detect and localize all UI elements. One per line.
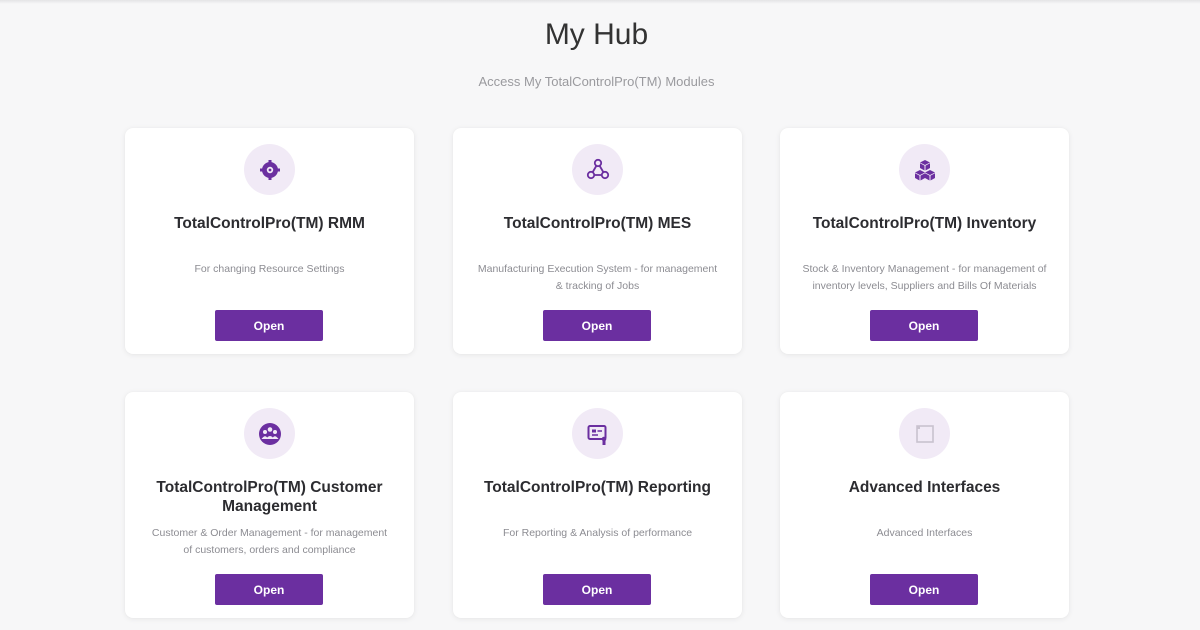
module-description: Advanced Interfaces bbox=[876, 527, 973, 539]
module-description: For changing Resource Settings bbox=[194, 263, 345, 275]
page-title: My Hub bbox=[544, 18, 649, 51]
module-title: TotalControlPro(TM) Inventory bbox=[812, 215, 1037, 232]
module-card-inventory: TotalControlPro(TM) Inventory Stock & In… bbox=[780, 128, 1069, 354]
report-icon bbox=[572, 408, 623, 459]
module-title: TotalControlPro(TM) RMM bbox=[174, 215, 365, 232]
module-card-rmm: TotalControlPro(TM) RMM For changing Res… bbox=[125, 128, 414, 354]
square-icon bbox=[899, 408, 950, 459]
module-card-customer-management: TotalControlPro(TM) Customer Management … bbox=[125, 392, 414, 618]
module-title: TotalControlPro(TM) Reporting bbox=[483, 479, 711, 496]
module-card-advanced-interfaces: Advanced Interfaces Advanced Interfaces … bbox=[780, 392, 1069, 618]
module-card-mes: TotalControlPro(TM) MES Manufacturing Ex… bbox=[453, 128, 742, 354]
page-subtitle: Access My TotalControlPro(TM) Modules bbox=[478, 74, 715, 89]
module-description: Stock & Inventory Management - for manag… bbox=[802, 263, 1047, 292]
module-card-reporting: TotalControlPro(TM) Reporting For Report… bbox=[453, 392, 742, 618]
module-description: For Reporting & Analysis of performance bbox=[502, 527, 693, 539]
network-nodes-icon bbox=[572, 144, 623, 195]
module-description: Customer & Order Management - for manage… bbox=[151, 527, 388, 556]
top-shadow bbox=[0, 0, 1200, 4]
gear-icon bbox=[244, 144, 295, 195]
open-rmm-button[interactable]: Open bbox=[215, 310, 323, 341]
module-description: Manufacturing Execution System - for man… bbox=[477, 263, 718, 292]
open-inventory-button[interactable]: Open bbox=[870, 310, 978, 341]
open-advanced-interfaces-button[interactable]: Open bbox=[870, 574, 978, 605]
open-customer-management-button[interactable]: Open bbox=[215, 574, 323, 605]
open-mes-button[interactable]: Open bbox=[543, 310, 651, 341]
open-reporting-button[interactable]: Open bbox=[543, 574, 651, 605]
boxes-icon bbox=[899, 144, 950, 195]
module-title: TotalControlPro(TM) MES bbox=[503, 215, 692, 232]
module-title: Advanced Interfaces bbox=[848, 479, 1001, 496]
customers-icon bbox=[244, 408, 295, 459]
module-title: TotalControlPro(TM) Customer Management bbox=[156, 479, 383, 515]
